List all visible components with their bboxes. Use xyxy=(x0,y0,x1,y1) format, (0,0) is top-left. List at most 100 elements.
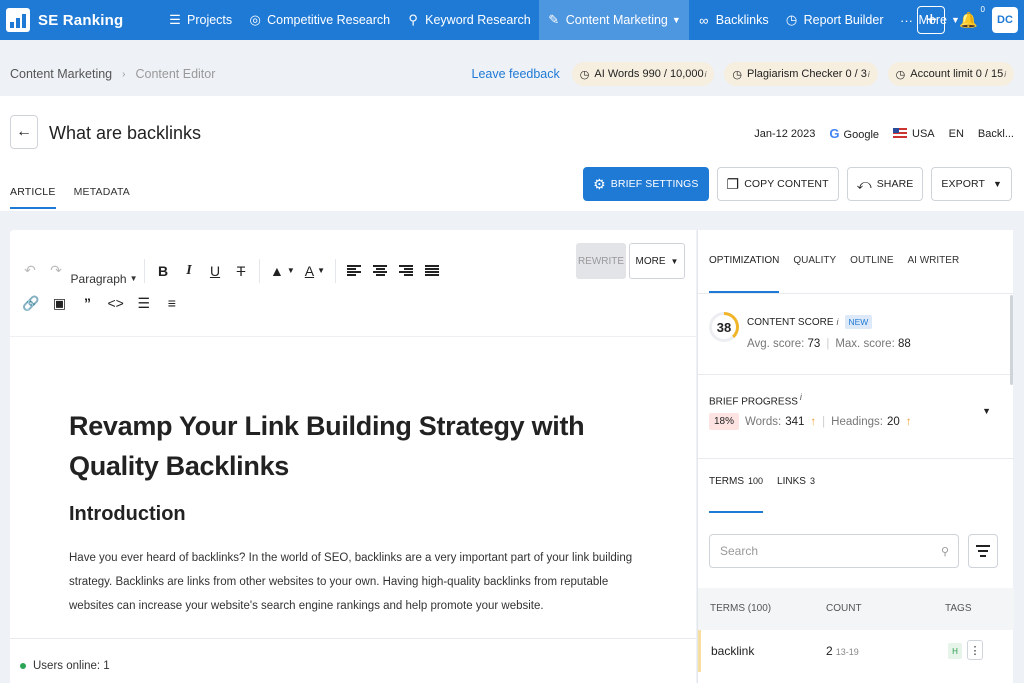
tab-metadata[interactable]: METADATA xyxy=(74,186,130,209)
highlight-color-icon[interactable]: ▲ ▼ xyxy=(270,261,295,281)
nav-report-builder[interactable]: ◷ Report Builder xyxy=(777,0,892,40)
info-icon[interactable]: i xyxy=(800,392,802,402)
block-format-select[interactable]: Paragraph ▼ xyxy=(71,269,138,289)
ai-words-limit[interactable]: ◷ AI Words 990 / 10,000 i xyxy=(571,62,715,86)
limit-value: 990 / 10,000 xyxy=(642,68,704,80)
new-badge: NEW xyxy=(844,315,873,329)
content-score-label: CONTENT SCORE i NEW xyxy=(747,315,873,329)
notification-count: 0 xyxy=(980,5,985,14)
button-label: BRIEF SETTINGS xyxy=(610,178,699,190)
leave-feedback-link[interactable]: Leave feedback xyxy=(472,67,560,81)
table-row[interactable]: backlink 2 13-19 H ⋮ xyxy=(698,630,1014,672)
tab-links[interactable]: LINKS 3 xyxy=(777,476,815,513)
link-icon: ∞ xyxy=(699,12,709,28)
nav-label: Competitive Research xyxy=(267,13,391,27)
gauge-icon: ◷ xyxy=(732,68,743,81)
brief-progress-label: BRIEF PROGRESS i xyxy=(709,392,802,407)
copy-content-button[interactable]: ❐ COPY CONTENT xyxy=(716,167,839,201)
tab-article[interactable]: ARTICLE xyxy=(10,186,56,209)
content-score-value: 38 xyxy=(712,315,736,339)
toolbar-divider xyxy=(259,258,260,283)
plagiarism-limit[interactable]: ◷ Plagiarism Checker 0 / 3i xyxy=(724,62,878,86)
brand-logo[interactable]: SE Ranking xyxy=(6,8,156,32)
max-score-label: Max. score: xyxy=(835,338,895,350)
nav-backlinks[interactable]: ∞ Backlinks xyxy=(689,0,777,40)
engine-label: Google xyxy=(843,129,880,141)
quote-icon[interactable]: ” xyxy=(79,293,95,313)
tab-outline[interactable]: OUTLINE xyxy=(850,255,893,293)
column-header-count[interactable]: COUNT xyxy=(826,603,862,614)
align-justify-icon[interactable] xyxy=(424,261,440,281)
more-button[interactable]: MORE ▼ xyxy=(629,243,685,279)
image-icon[interactable]: ▣ xyxy=(51,293,67,313)
nav-projects[interactable]: ☰ Projects xyxy=(160,0,240,40)
nav-content-marketing[interactable]: ✎ Content Marketing ▼ xyxy=(538,0,689,40)
account-limit[interactable]: ◷ Account limit 0 / 15 i xyxy=(887,62,1014,86)
button-label: SHARE xyxy=(876,178,914,190)
italic-icon[interactable]: I xyxy=(181,261,197,281)
share-icon: ⤺ xyxy=(856,175,872,192)
tab-terms[interactable]: TERMS 100 xyxy=(709,476,764,513)
bullet-list-icon[interactable]: ☰ xyxy=(136,293,152,313)
editor-content[interactable]: Revamp Your Link Building Strategy with … xyxy=(69,406,649,618)
code-icon[interactable]: <> xyxy=(107,293,123,313)
nav-label: Projects xyxy=(187,13,233,27)
info-icon[interactable]: i xyxy=(837,317,839,327)
search-icon: ⚲ xyxy=(941,546,950,558)
term-tabs: TERMS 100 LINKS 3 xyxy=(709,476,815,513)
avg-score-label: Avg. score: xyxy=(747,338,805,350)
divider xyxy=(698,293,1014,294)
rewrite-button[interactable]: REWRITE xyxy=(576,243,626,279)
brief-settings-button[interactable]: ⚙ BRIEF SETTINGS xyxy=(583,167,709,201)
tab-ai-writer[interactable]: AI WRITER xyxy=(908,255,960,293)
nav-right: + 🔔 0 DC xyxy=(917,0,1018,40)
redo-icon[interactable]: ↷ xyxy=(48,261,64,281)
avg-score-value: 73 xyxy=(807,338,821,350)
search-input[interactable] xyxy=(709,534,959,568)
numbered-list-icon[interactable]: ≡ xyxy=(164,293,180,313)
share-button[interactable]: ⤺ SHARE xyxy=(846,167,924,201)
count-cell: 2 13-19 xyxy=(826,644,859,658)
tab-optimization[interactable]: OPTIMIZATION xyxy=(709,255,780,293)
brand-name: SE Ranking xyxy=(38,11,124,29)
panel-tabs: OPTIMIZATION QUALITY OUTLINE AI WRITER xyxy=(709,255,959,293)
align-center-icon[interactable] xyxy=(372,261,388,281)
users-online-status: Users online: 1 xyxy=(20,660,110,672)
notifications-button[interactable]: 🔔 0 xyxy=(959,5,985,29)
filter-button[interactable] xyxy=(968,534,998,568)
nav-competitive-research[interactable]: ◎ Competitive Research xyxy=(240,0,398,40)
arrow-left-icon: ← xyxy=(16,123,32,140)
strikethrough-icon[interactable]: T xyxy=(233,261,249,281)
tab-count: 100 xyxy=(748,476,764,486)
info-icon: i xyxy=(867,69,870,79)
breadcrumb-root[interactable]: Content Marketing xyxy=(10,67,112,81)
add-button[interactable]: + xyxy=(917,6,946,34)
country-label: USA xyxy=(912,127,935,140)
undo-icon[interactable]: ↶ xyxy=(22,261,38,281)
clock-icon: ◷ xyxy=(785,12,798,27)
chevron-down-icon: ▼ xyxy=(670,256,679,266)
underline-icon[interactable]: U xyxy=(207,261,223,281)
online-dot-icon xyxy=(20,663,26,669)
column-header-terms[interactable]: TERMS (100) xyxy=(710,603,771,614)
back-button[interactable]: ← xyxy=(10,115,38,149)
export-button[interactable]: EXPORT ▼ xyxy=(931,167,1012,201)
panel-scrollbar[interactable] xyxy=(1010,295,1013,385)
avatar[interactable]: DC xyxy=(992,7,1018,33)
align-left-icon[interactable] xyxy=(346,261,362,281)
chevron-down-icon: ▼ xyxy=(286,266,295,275)
search-engine: G Google xyxy=(829,126,879,141)
page-title: What are backlinks xyxy=(49,123,202,143)
link-icon[interactable]: 🔗 xyxy=(22,293,39,313)
chevron-down-icon[interactable]: ▼ xyxy=(982,406,991,416)
nav-keyword-research[interactable]: ⚲ Keyword Research xyxy=(398,0,539,40)
country: USA xyxy=(893,127,935,140)
more-vertical-icon[interactable]: ⋮ xyxy=(967,640,983,660)
bold-icon[interactable]: B xyxy=(155,261,171,281)
text-color-icon[interactable]: A ▼ xyxy=(305,261,325,281)
article-paragraph: Have you ever heard of backlinks? In the… xyxy=(69,552,633,612)
words-label: Words: xyxy=(745,415,782,428)
tab-quality[interactable]: QUALITY xyxy=(793,255,836,293)
edit-icon: ✎ xyxy=(548,12,560,27)
align-right-icon[interactable] xyxy=(398,261,414,281)
